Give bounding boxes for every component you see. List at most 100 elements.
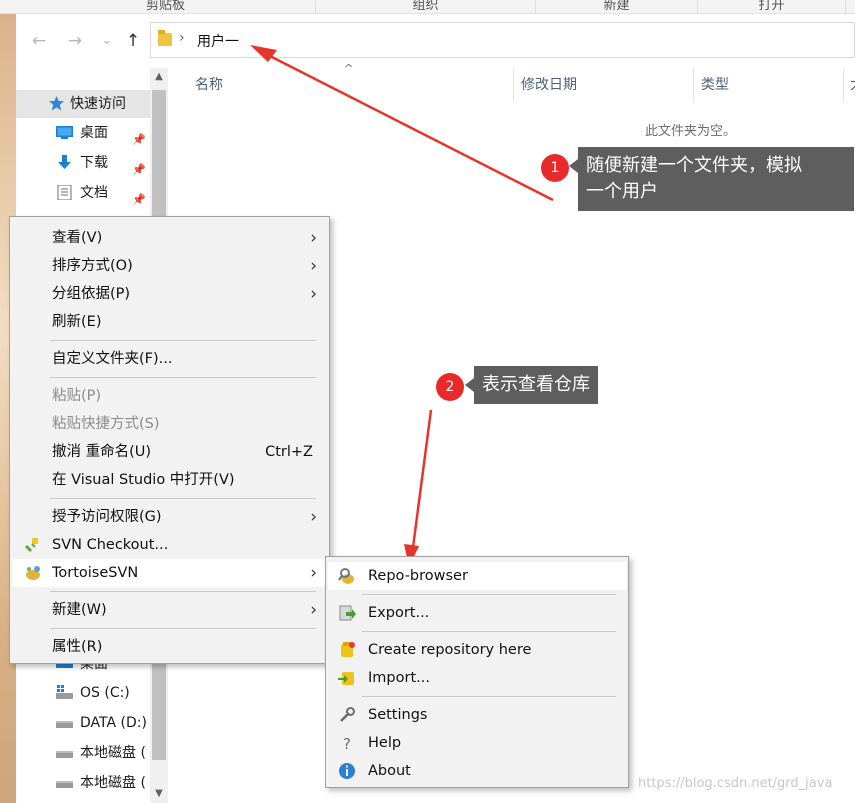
repo-browser-icon (338, 568, 354, 584)
menu-item-label: 撤消 重命名(U) (52, 444, 152, 460)
menu-item-open-in-visual-studio[interactable]: 在 Visual Studio 中打开(V) (12, 466, 327, 494)
submenu-item-export[interactable]: Export... (328, 599, 626, 627)
folder-icon (158, 30, 172, 46)
nav-item-label: 文档 (80, 185, 108, 201)
menu-separator (50, 498, 316, 499)
nav-documents[interactable]: 文档 📌 (16, 179, 150, 207)
nav-quick-access[interactable]: 快速访问 (16, 90, 150, 118)
menu-item-paste[interactable]: 粘贴(P) (12, 382, 327, 410)
menu-item-label: Export... (368, 605, 430, 621)
menu-item-svn-checkout[interactable]: SVN Checkout... (12, 531, 327, 559)
export-icon (339, 605, 356, 621)
submenu-item-about[interactable]: About (328, 757, 626, 785)
recent-locations-button[interactable]: ⌄ (96, 30, 118, 52)
nav-desktop[interactable]: 桌面 📌 (16, 119, 150, 147)
menu-separator (362, 631, 616, 632)
ribbon: 剪贴板 组织 新建 打开 (0, 0, 855, 14)
menu-item-label: SVN Checkout... (52, 537, 169, 553)
ribbon-group-organize[interactable]: 组织 (316, 0, 536, 14)
column-divider[interactable] (513, 68, 514, 102)
drive-icon (56, 721, 73, 728)
callout-number-2: 2 (436, 373, 464, 401)
submenu-item-settings[interactable]: Settings (328, 701, 626, 729)
submenu-item-help[interactable]: ? Help (328, 729, 626, 757)
ribbon-group-clipboard[interactable]: 剪贴板 (16, 0, 316, 14)
svg-text:?: ? (343, 735, 351, 752)
column-header-name[interactable]: 名称 (195, 68, 223, 102)
arrow-1 (250, 45, 554, 202)
nav-item-label: DATA (D:) (80, 715, 147, 731)
svn-checkout-icon (25, 538, 38, 552)
menu-item-label: Import... (368, 670, 430, 686)
menu-item-customize-folder[interactable]: 自定义文件夹(F)... (12, 345, 327, 373)
menu-item-label: Help (368, 735, 402, 751)
document-icon (57, 185, 72, 200)
submenu-item-import[interactable]: Import... (328, 664, 626, 692)
nav-item-label: OS (C:) (80, 685, 130, 701)
menu-item-group-by[interactable]: 分组依据(P) › (12, 280, 327, 308)
import-icon (338, 672, 354, 685)
menu-item-sort-by[interactable]: 排序方式(O) › (12, 252, 327, 280)
help-icon: ? (343, 735, 351, 752)
menu-item-undo-rename[interactable]: 撤消 重命名(U) Ctrl+Z (12, 438, 327, 466)
breadcrumb-current-folder[interactable]: 用户一 (197, 31, 239, 51)
menu-separator (50, 591, 316, 592)
menu-item-label: 新建(W) (52, 602, 107, 618)
menu-item-new[interactable]: 新建(W) › (12, 596, 327, 624)
submenu-item-repo-browser[interactable]: Repo-browser (328, 562, 626, 590)
scroll-up-arrow[interactable]: ▲ (150, 68, 168, 86)
menu-item-label: Settings (368, 707, 428, 723)
menu-item-view[interactable]: 查看(V) › (12, 224, 327, 252)
nav-item-label: 快速访问 (70, 96, 126, 112)
menu-item-label: 在 Visual Studio 中打开(V) (52, 472, 235, 488)
menu-item-give-access[interactable]: 授予访问权限(G) › (12, 503, 327, 531)
up-button[interactable]: ↑ (122, 30, 144, 52)
nav-item-label: 本地磁盘 ( (80, 745, 146, 761)
menu-item-label: 粘贴快捷方式(S) (52, 416, 160, 432)
callout-box-2: 表示查看仓库 (465, 366, 598, 404)
column-divider[interactable] (843, 68, 844, 102)
address-bar[interactable]: › 用户一 (150, 22, 855, 58)
context-menu: 查看(V) › 排序方式(O) › 分组依据(P) › 刷新(E) 自定义文件夹… (9, 216, 330, 664)
nav-drive-local-2[interactable]: 本地磁盘 ( (16, 769, 150, 797)
back-button[interactable]: ← (28, 30, 50, 52)
menu-item-tortoisesvn[interactable]: TortoiseSVN › (12, 559, 327, 587)
menu-item-label: Create repository here (368, 642, 532, 658)
menu-item-properties[interactable]: 属性(R) (12, 633, 327, 661)
watermark: https://blog.csdn.net/grd_java (638, 776, 833, 791)
ribbon-group-new[interactable]: 新建 (536, 0, 698, 14)
column-header-type[interactable]: 类型 (701, 68, 729, 102)
nav-drive-d[interactable]: DATA (D:) (16, 709, 150, 737)
ribbon-group-open[interactable]: 打开 (698, 0, 846, 14)
menu-item-label: 查看(V) (52, 230, 103, 246)
chevron-right-icon: › (310, 563, 317, 583)
menu-item-label: Repo-browser (368, 568, 468, 584)
nav-item-label: 桌面 (80, 125, 108, 141)
column-header-date-modified[interactable]: 修改日期 (521, 68, 577, 102)
desktop-icon (56, 126, 73, 139)
column-divider[interactable] (693, 68, 694, 102)
sort-ascending-icon: ^ (344, 62, 354, 75)
pin-icon[interactable]: 📌 (132, 186, 146, 214)
navigation-bar: ← → ⌄ ↑ › 用户一 (16, 14, 855, 68)
menu-separator (50, 340, 316, 341)
chevron-right-icon: › (310, 507, 317, 527)
scroll-down-arrow[interactable]: ▼ (150, 785, 168, 803)
info-icon (339, 763, 355, 779)
nav-drive-c[interactable]: OS (C:) (16, 679, 150, 707)
forward-button[interactable]: → (64, 30, 86, 52)
submenu-item-create-repository[interactable]: Create repository here (328, 636, 626, 664)
tortoisesvn-submenu: Repo-browser Export... Create repository… (325, 556, 629, 788)
column-header-size[interactable]: 大 (850, 68, 855, 102)
menu-item-label: 刷新(E) (52, 314, 102, 330)
breadcrumb-separator[interactable]: › (179, 30, 185, 46)
drive-icon (56, 781, 73, 788)
menu-item-label: 排序方式(O) (52, 258, 133, 274)
menu-item-paste-shortcut[interactable]: 粘贴快捷方式(S) (12, 410, 327, 438)
menu-item-refresh[interactable]: 刷新(E) (12, 308, 327, 336)
callout-text: 随便新建一个文件夹，模拟 (586, 155, 802, 176)
nav-item-label: 下载 (80, 155, 108, 171)
nav-downloads[interactable]: 下载 📌 (16, 149, 150, 177)
menu-separator (362, 594, 616, 595)
nav-drive-local-1[interactable]: 本地磁盘 ( (16, 739, 150, 767)
